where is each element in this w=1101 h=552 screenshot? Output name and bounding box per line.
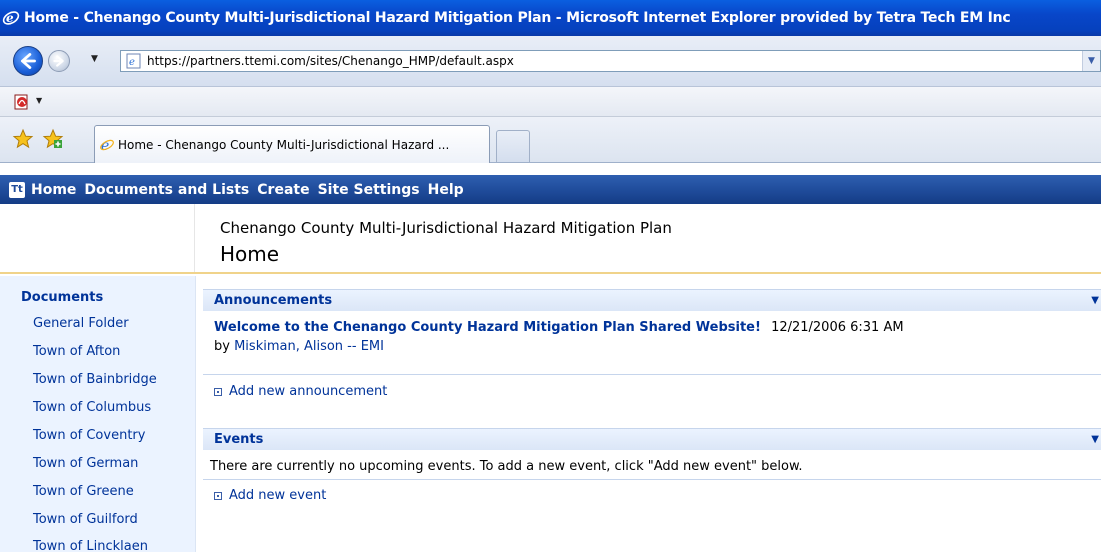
add-bullet-icon bbox=[214, 387, 222, 396]
topnav-help[interactable]: Help bbox=[428, 182, 464, 198]
window-title-bar: e Home - Chenango County Multi-Jurisdict… bbox=[0, 0, 1101, 36]
address-toolbar: ▼ e https://partners.ttemi.com/sites/Che… bbox=[0, 36, 1101, 87]
favorites-star-icon[interactable] bbox=[12, 128, 34, 150]
tab-label: Home - Chenango County Multi-Jurisdictio… bbox=[118, 137, 450, 152]
history-dropdown-icon[interactable]: ▼ bbox=[91, 54, 98, 64]
events-header[interactable]: Events ▼ bbox=[203, 428, 1101, 450]
page-header: Chenango County Multi-Jurisdictional Haz… bbox=[0, 204, 1101, 274]
quicklaunch-item[interactable]: Town of Columbus bbox=[33, 400, 151, 415]
quicklaunch-item[interactable]: Town of Coventry bbox=[33, 428, 145, 443]
page-icon: e bbox=[126, 53, 141, 69]
acrobat-icon[interactable] bbox=[13, 93, 31, 111]
tab-home[interactable]: e Home - Chenango County Multi-Jurisdict… bbox=[94, 125, 490, 163]
forward-arrow-icon[interactable] bbox=[48, 50, 70, 72]
site-top-navigation: Tt Home Documents and Lists Create Site … bbox=[0, 175, 1101, 204]
topnav-site-settings[interactable]: Site Settings bbox=[318, 182, 420, 198]
add-bullet-icon bbox=[214, 491, 222, 500]
page-title: Home bbox=[220, 242, 280, 266]
announcement-byline: by Miskiman, Alison -- EMI bbox=[214, 339, 384, 354]
topnav-documents-and-lists[interactable]: Documents and Lists bbox=[84, 182, 249, 198]
new-tab-button[interactable] bbox=[496, 130, 530, 162]
events-title[interactable]: Events bbox=[214, 432, 263, 447]
quicklaunch-heading-documents[interactable]: Documents bbox=[21, 290, 103, 305]
quicklaunch-item[interactable]: Town of German bbox=[33, 456, 138, 471]
divider bbox=[203, 374, 1101, 375]
author-link[interactable]: Miskiman, Alison -- EMI bbox=[234, 339, 384, 354]
tab-bar: e Home - Chenango County Multi-Jurisdict… bbox=[0, 117, 1101, 163]
byline-prefix: by bbox=[214, 339, 230, 354]
announcements-title[interactable]: Announcements bbox=[214, 293, 332, 308]
topnav-home[interactable]: Home bbox=[31, 182, 76, 198]
add-announcement-label[interactable]: Add new announcement bbox=[229, 384, 387, 399]
topnav-create[interactable]: Create bbox=[257, 182, 309, 198]
events-empty-message: There are currently no upcoming events. … bbox=[210, 459, 803, 474]
divider bbox=[203, 479, 1101, 480]
url-text[interactable]: https://partners.ttemi.com/sites/Chenang… bbox=[147, 54, 514, 68]
chevron-down-icon[interactable]: ▼ bbox=[1091, 290, 1099, 311]
site-logo[interactable]: Tt bbox=[9, 181, 25, 198]
header-left-panel bbox=[0, 204, 195, 272]
add-event-link[interactable]: Add new event bbox=[214, 488, 326, 503]
address-bar[interactable]: e https://partners.ttemi.com/sites/Chena… bbox=[120, 50, 1101, 72]
announcement-item: Welcome to the Chenango County Hazard Mi… bbox=[214, 320, 904, 335]
quick-launch: Documents General Folder Town of Afton T… bbox=[0, 276, 196, 552]
add-announcement-link[interactable]: Add new announcement bbox=[214, 384, 387, 399]
add-event-label[interactable]: Add new event bbox=[229, 488, 326, 503]
svg-text:e: e bbox=[6, 11, 14, 25]
acrobat-dropdown-icon[interactable]: ▼ bbox=[36, 96, 42, 105]
quicklaunch-item[interactable]: General Folder bbox=[33, 316, 129, 331]
add-favorite-icon[interactable] bbox=[42, 128, 64, 150]
announcement-title-link[interactable]: Welcome to the Chenango County Hazard Mi… bbox=[214, 320, 761, 335]
window-title: Home - Chenango County Multi-Jurisdictio… bbox=[24, 10, 1011, 26]
ie-icon: e bbox=[2, 11, 20, 25]
site-title: Chenango County Multi-Jurisdictional Haz… bbox=[220, 219, 672, 237]
quicklaunch-item[interactable]: Town of Afton bbox=[33, 344, 120, 359]
quicklaunch-item[interactable]: Town of Guilford bbox=[33, 512, 138, 527]
quicklaunch-item[interactable]: Town of Lincklaen bbox=[33, 539, 148, 552]
quicklaunch-item[interactable]: Town of Bainbridge bbox=[33, 372, 157, 387]
svg-text:e: e bbox=[129, 57, 135, 68]
announcement-date: 12/21/2006 6:31 AM bbox=[771, 320, 904, 335]
ie-icon: e bbox=[100, 138, 114, 153]
command-toolbar: ▼ bbox=[0, 87, 1101, 117]
address-dropdown-icon[interactable]: ▼ bbox=[1082, 51, 1100, 71]
quicklaunch-item[interactable]: Town of Greene bbox=[33, 484, 134, 499]
back-arrow-icon[interactable] bbox=[13, 46, 43, 76]
announcements-header[interactable]: Announcements ▼ bbox=[203, 289, 1101, 311]
chevron-down-icon[interactable]: ▼ bbox=[1091, 429, 1099, 450]
spacer bbox=[0, 163, 1101, 175]
